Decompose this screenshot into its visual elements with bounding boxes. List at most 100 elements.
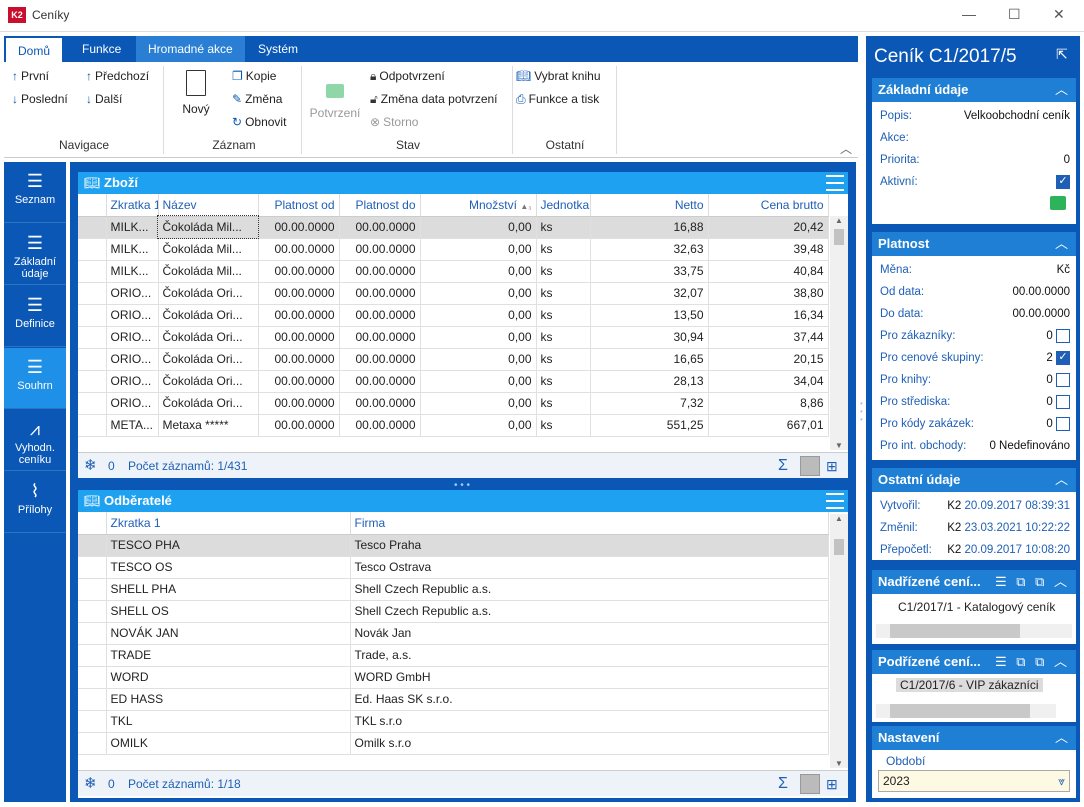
table-cell[interactable]: 8,86 [708, 392, 829, 415]
table-cell[interactable]: 00.00.0000 [258, 326, 340, 349]
snowflake-icon[interactable]: ❄ [84, 453, 97, 479]
column-header[interactable]: Název [158, 194, 259, 217]
table-cell[interactable]: ORIO... [106, 392, 159, 415]
checkbox[interactable] [1056, 416, 1070, 431]
row-indicator[interactable] [78, 304, 107, 327]
tab-system[interactable]: Systém [246, 36, 310, 62]
table-cell[interactable]: 20,42 [708, 216, 829, 239]
table-cell[interactable]: 00.00.0000 [258, 216, 340, 239]
tab-funkce[interactable]: Funkce [70, 36, 133, 62]
table-cell[interactable]: 0,00 [420, 392, 537, 415]
chevron-up-icon[interactable]: ︿ [1055, 726, 1068, 750]
tab-domu[interactable]: Domů [6, 38, 63, 62]
table-cell[interactable]: 00.00.0000 [258, 392, 340, 415]
table-cell[interactable]: 0,00 [420, 216, 537, 239]
table-cell[interactable]: 0,00 [420, 282, 537, 305]
table-cell[interactable]: 0,00 [420, 304, 537, 327]
table-cell[interactable]: 00.00.0000 [339, 260, 421, 283]
column-header[interactable]: Zkratka 1 [106, 512, 351, 535]
row-indicator[interactable] [78, 556, 107, 579]
row-indicator[interactable] [78, 370, 107, 393]
chevron-up-icon[interactable]: ︿ [1055, 468, 1068, 492]
table-cell[interactable]: 00.00.0000 [258, 238, 340, 261]
table-cell[interactable]: ks [536, 260, 591, 283]
vertical-scrollbar[interactable]: ▲ ▼ [830, 216, 848, 450]
table-cell[interactable]: 00.00.0000 [339, 282, 421, 305]
section-header[interactable]: Základní údaje ︿ [872, 78, 1076, 102]
table-cell[interactable]: 00.00.0000 [258, 348, 340, 371]
table-cell[interactable]: ED HASS [106, 688, 351, 711]
vertical-splitter-handle[interactable]: • • • [860, 400, 863, 424]
table-cell[interactable]: 00.00.0000 [258, 282, 340, 305]
copy-button[interactable]: ❐ Kopie [232, 69, 276, 83]
row-indicator[interactable] [78, 534, 107, 557]
table-cell[interactable]: 0,00 [420, 370, 537, 393]
row-indicator[interactable] [78, 578, 107, 601]
add-grid-icon[interactable]: ⊞ [826, 453, 838, 479]
table-cell[interactable]: 551,25 [590, 414, 709, 437]
table-cell[interactable]: 00.00.0000 [258, 370, 340, 393]
table-cell[interactable]: WORD GmbH [350, 666, 829, 689]
table-cell[interactable]: ks [536, 216, 591, 239]
table-cell[interactable]: ORIO... [106, 348, 159, 371]
table-cell[interactable]: 0,00 [420, 238, 537, 261]
table-cell[interactable]: 39,48 [708, 238, 829, 261]
popout-icon[interactable]: ⇱ [1056, 46, 1068, 63]
table-cell[interactable]: MILK... [106, 260, 159, 283]
refresh-button[interactable]: ↻ Obnovit [232, 115, 286, 129]
table-cell[interactable]: 37,44 [708, 326, 829, 349]
table-cell[interactable]: SHELL PHA [106, 578, 351, 601]
table-cell[interactable]: META... [106, 414, 159, 437]
close-icon[interactable]: ✕ [1053, 6, 1065, 23]
table-cell[interactable]: Čokoláda Ori... [158, 348, 259, 371]
table-row[interactable]: TESCO PHA Tesco Praha [78, 534, 829, 557]
table-cell[interactable]: TKL s.r.o [350, 710, 829, 733]
add-grid-icon[interactable]: ⊞ [826, 771, 838, 797]
obdobi-select[interactable]: 2023 ⩔ [878, 770, 1070, 792]
first-button[interactable]: ↑ První [12, 69, 49, 83]
horizontal-scrollbar[interactable] [876, 704, 1056, 718]
previous-button[interactable]: ↑ Předchozí [86, 69, 149, 83]
checkbox[interactable] [1056, 328, 1070, 343]
table-cell[interactable]: ORIO... [106, 370, 159, 393]
table-cell[interactable]: 33,75 [590, 260, 709, 283]
section-header[interactable]: Ostatní údaje ︿ [872, 468, 1076, 492]
table-cell[interactable]: ks [536, 392, 591, 415]
row-indicator[interactable] [78, 414, 107, 437]
table-cell[interactable]: OMILK [106, 732, 351, 755]
row-indicator[interactable] [78, 392, 107, 415]
unconfirm-button[interactable]: 🔒︎ Odpotvrzení [370, 69, 445, 84]
menu-icon[interactable] [826, 175, 844, 191]
row-indicator[interactable] [78, 622, 107, 645]
table-row[interactable]: SHELL OS Shell Czech Republic a.s. [78, 600, 829, 623]
table-cell[interactable]: WORD [106, 666, 351, 689]
vertical-scrollbar[interactable]: ▲ ▼ [830, 514, 848, 768]
table-cell[interactable]: TKL [106, 710, 351, 733]
table-cell[interactable]: 34,04 [708, 370, 829, 393]
maximize-icon[interactable]: ☐ [1008, 6, 1021, 23]
table-cell[interactable]: 13,50 [590, 304, 709, 327]
table-cell[interactable]: 0,00 [420, 414, 537, 437]
row-indicator[interactable] [78, 666, 107, 689]
table-cell[interactable]: TESCO PHA [106, 534, 351, 557]
storno-button[interactable]: ⊗ Storno [370, 115, 418, 129]
table-cell[interactable]: 00.00.0000 [339, 216, 421, 239]
table-row[interactable]: META... Metaxa ***** 00.00.0000 00.00.0000 0… [78, 414, 829, 437]
table-cell[interactable]: Tesco Ostrava [350, 556, 829, 579]
table-cell[interactable]: 00.00.0000 [339, 348, 421, 371]
table-row[interactable]: OMILK Omilk s.r.o [78, 732, 829, 755]
table-cell[interactable]: Ed. Haas SK s.r.o. [350, 688, 829, 711]
change-button[interactable]: ✎ Změna [232, 92, 282, 106]
table-cell[interactable]: Čokoláda Mil... [158, 260, 259, 283]
table-row[interactable]: ED HASS Ed. Haas SK s.r.o. [78, 688, 829, 711]
table-cell[interactable]: Čokoláda Ori... [158, 282, 259, 305]
chevron-up-icon[interactable]: ︿ [1055, 232, 1068, 256]
table-cell[interactable]: Tesco Praha [350, 534, 829, 557]
row-indicator[interactable] [78, 732, 107, 755]
functions-print-button[interactable]: ⎙ Funkce a tisk [516, 92, 599, 107]
change-confirm-date-button[interactable]: 🔓︎ Změna data potvrzení [370, 92, 498, 107]
row-indicator[interactable] [78, 260, 107, 283]
table-cell[interactable]: 16,34 [708, 304, 829, 327]
table-cell[interactable]: 7,32 [590, 392, 709, 415]
row-indicator[interactable] [78, 282, 107, 305]
